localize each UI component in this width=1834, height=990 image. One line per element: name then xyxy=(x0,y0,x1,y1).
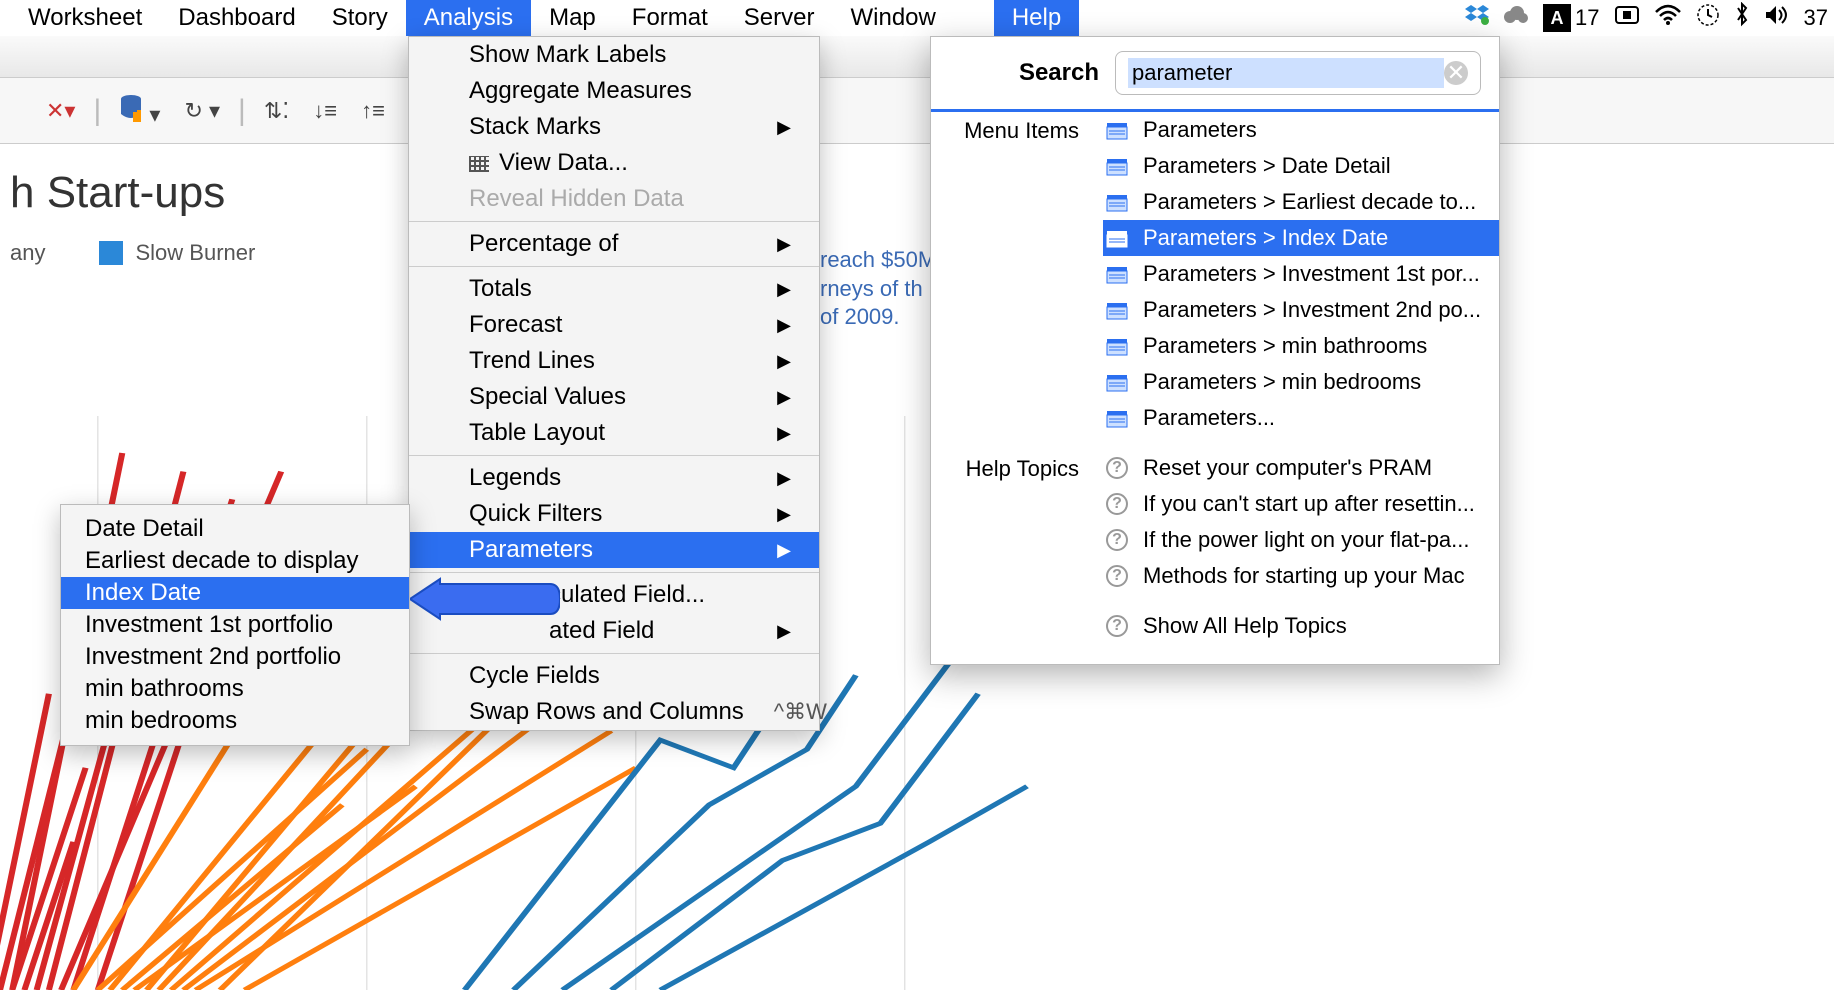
menu-trend-lines[interactable]: Trend Lines▶ xyxy=(409,343,819,379)
help-search-input[interactable] xyxy=(1128,58,1444,88)
mac-menubar: Worksheet Dashboard Story Analysis Map F… xyxy=(0,0,1834,36)
help-topic-results: ?Reset your computer's PRAM?If you can't… xyxy=(1103,450,1499,594)
menu-show-mark-labels[interactable]: Show Mark Labels xyxy=(409,37,819,73)
menu-result-icon xyxy=(1103,407,1131,429)
refresh-icon[interactable]: ↻ ▾ xyxy=(178,98,226,124)
legend-label-right: Slow Burner xyxy=(135,240,255,266)
help-result-topic[interactable]: ?Methods for starting up your Mac xyxy=(1103,558,1499,594)
param-min-bedrooms[interactable]: min bedrooms xyxy=(61,705,409,737)
help-search-box[interactable]: ✕ xyxy=(1115,51,1481,95)
menu-result-icon xyxy=(1103,191,1131,213)
menu-view-data[interactable]: View Data... xyxy=(409,145,819,181)
sort-desc-icon[interactable]: ↑≡ xyxy=(355,98,391,124)
help-menu-results: ParametersParameters > Date DetailParame… xyxy=(1103,112,1499,436)
menu-window[interactable]: Window xyxy=(832,0,953,36)
menu-result-icon xyxy=(1103,371,1131,393)
menu-table-layout[interactable]: Table Layout▶ xyxy=(409,415,819,451)
dropbox-icon[interactable] xyxy=(1465,3,1489,33)
swap-icon[interactable]: ⇅⁚ xyxy=(258,98,295,124)
help-result-menu[interactable]: Parameters... xyxy=(1103,400,1499,436)
help-result-menu[interactable]: Parameters > Investment 1st por... xyxy=(1103,256,1499,292)
param-investment-2[interactable]: Investment 2nd portfolio xyxy=(61,641,409,673)
grid-icon xyxy=(469,156,489,172)
help-result-menu[interactable]: Parameters xyxy=(1103,112,1499,148)
menu-special-values[interactable]: Special Values▶ xyxy=(409,379,819,415)
menu-parameters[interactable]: Parameters▶ xyxy=(409,532,819,568)
menu-result-icon xyxy=(1103,299,1131,321)
help-result-menu[interactable]: Parameters > Investment 2nd po... xyxy=(1103,292,1499,328)
menu-result-icon xyxy=(1103,227,1131,249)
help-pointer-icon xyxy=(410,574,560,630)
menu-percentage-of[interactable]: Percentage of▶ xyxy=(409,226,819,262)
help-result-menu[interactable]: Parameters > Date Detail xyxy=(1103,148,1499,184)
legend-label-left: any xyxy=(10,240,45,266)
help-result-menu[interactable]: Parameters > Index Date xyxy=(1103,220,1499,256)
param-investment-1[interactable]: Investment 1st portfolio xyxy=(61,609,409,641)
bluetooth-icon[interactable] xyxy=(1734,2,1750,34)
param-min-bathrooms[interactable]: min bathrooms xyxy=(61,673,409,705)
menu-dashboard[interactable]: Dashboard xyxy=(160,0,313,36)
clear-icon[interactable]: ✕▾ xyxy=(40,98,81,124)
volume-icon[interactable] xyxy=(1764,4,1790,32)
question-icon: ? xyxy=(1106,493,1128,515)
toolbar: ✕▾ | ▾ ↻ ▾ | ⇅⁚ ↓≡ ↑≡ 📎 ▾ | Ab xyxy=(0,78,1834,144)
system-tray: A17 37 xyxy=(1465,0,1834,36)
clear-icon[interactable]: ✕ xyxy=(1444,61,1468,85)
param-index-date[interactable]: Index Date xyxy=(61,577,409,609)
menu-aggregate-measures[interactable]: Aggregate Measures xyxy=(409,73,819,109)
menu-result-icon xyxy=(1103,335,1131,357)
menu-result-icon xyxy=(1103,119,1131,141)
param-date-detail[interactable]: Date Detail xyxy=(61,513,409,545)
menu-analysis[interactable]: Analysis xyxy=(406,0,531,36)
help-result-topic[interactable]: ?Reset your computer's PRAM xyxy=(1103,450,1499,486)
menu-worksheet[interactable]: Worksheet xyxy=(10,0,160,36)
menu-format[interactable]: Format xyxy=(614,0,726,36)
param-earliest-decade[interactable]: Earliest decade to display xyxy=(61,545,409,577)
parameters-submenu: Date Detail Earliest decade to display I… xyxy=(60,504,410,746)
datasource-icon[interactable]: ▾ xyxy=(113,94,166,128)
help-section-help-topics: Help Topics xyxy=(931,450,1091,482)
menu-story[interactable]: Story xyxy=(314,0,406,36)
menu-swap-rows-columns[interactable]: Swap Rows and Columns^⌘W xyxy=(409,694,819,730)
menu-quick-filters[interactable]: Quick Filters▶ xyxy=(409,496,819,532)
help-result-menu[interactable]: Parameters > min bedrooms xyxy=(1103,364,1499,400)
question-icon: ? xyxy=(1106,615,1128,637)
cloud-icon[interactable] xyxy=(1503,5,1529,31)
menu-help[interactable]: Help xyxy=(994,0,1079,36)
menu-stack-marks[interactable]: Stack Marks▶ xyxy=(409,109,819,145)
viz-title: h Start-ups xyxy=(0,144,1834,228)
adobe-icon[interactable]: A17 xyxy=(1543,4,1599,32)
help-section-menu-items: Menu Items xyxy=(931,112,1091,144)
help-search-panel: Search ✕ Menu Items ParametersParameters… xyxy=(930,36,1500,665)
help-show-all[interactable]: ? Show All Help Topics xyxy=(1103,608,1499,644)
menu-server[interactable]: Server xyxy=(726,0,833,36)
question-icon: ? xyxy=(1106,529,1128,551)
window-titlebar xyxy=(0,36,1834,78)
menu-forecast[interactable]: Forecast▶ xyxy=(409,307,819,343)
timemachine-icon[interactable] xyxy=(1696,3,1720,33)
help-result-topic[interactable]: ?If you can't start up after resettin... xyxy=(1103,486,1499,522)
help-result-topic[interactable]: ?If the power light on your flat-pa... xyxy=(1103,522,1499,558)
battery-text: 37 xyxy=(1804,5,1828,31)
menu-totals[interactable]: Totals▶ xyxy=(409,271,819,307)
legend-swatch xyxy=(99,241,123,265)
menu-result-icon xyxy=(1103,155,1131,177)
display-icon[interactable] xyxy=(1614,5,1640,31)
menu-result-icon xyxy=(1103,263,1131,285)
question-icon: ? xyxy=(1106,457,1128,479)
wifi-icon[interactable] xyxy=(1654,4,1682,32)
menu-reveal-hidden-data: Reveal Hidden Data xyxy=(409,181,819,217)
help-result-menu[interactable]: Parameters > Earliest decade to... xyxy=(1103,184,1499,220)
menu-map[interactable]: Map xyxy=(531,0,614,36)
sort-asc-icon[interactable]: ↓≡ xyxy=(307,98,343,124)
question-icon: ? xyxy=(1106,565,1128,587)
menu-cycle-fields[interactable]: Cycle Fields xyxy=(409,658,819,694)
menu-legends[interactable]: Legends▶ xyxy=(409,460,819,496)
help-search-label: Search xyxy=(949,59,1099,87)
help-result-menu[interactable]: Parameters > min bathrooms xyxy=(1103,328,1499,364)
